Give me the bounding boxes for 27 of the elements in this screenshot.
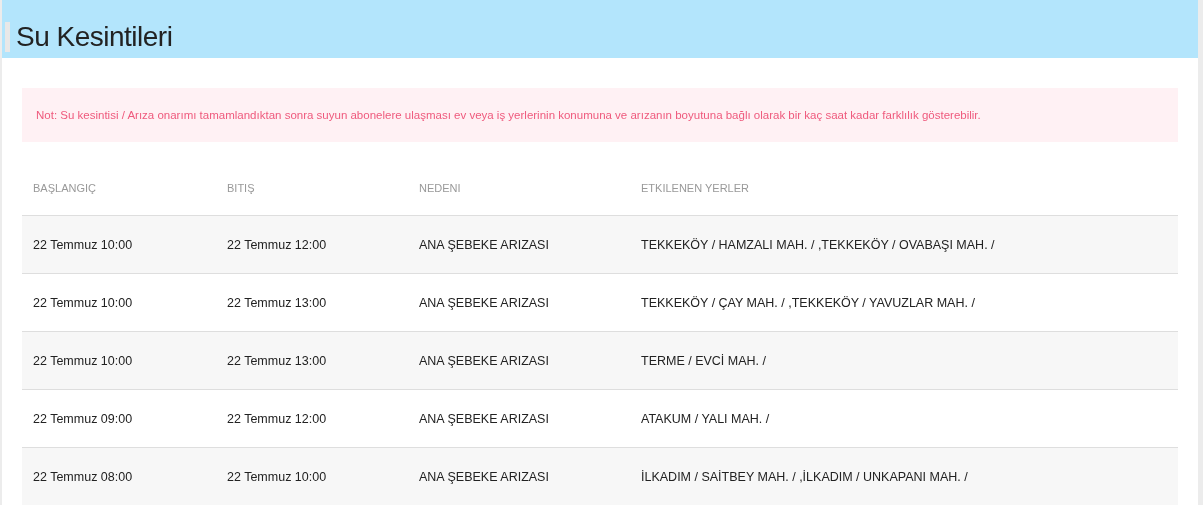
table-cell-text: 22 Temmuz 10:00 — [33, 237, 134, 252]
column-header: BITIŞ — [227, 181, 256, 194]
table-cell-text: ATAKUM / YALI MAH. / — [641, 411, 771, 426]
title-accent-bar — [5, 22, 10, 52]
table-cell-text: 22 Temmuz 08:00 — [33, 469, 134, 484]
column-header: BAŞLANGIÇ — [33, 181, 97, 194]
table-cell-text: 22 Temmuz 12:00 — [227, 237, 328, 252]
table-cell-text: 22 Temmuz 09:00 — [33, 411, 134, 426]
table-cell-text: 22 Temmuz 10:00 — [33, 295, 134, 310]
page-title: Su Kesintileri — [16, 21, 173, 53]
table-cell-text: ANA ŞEBEKE ARIZASI — [419, 237, 550, 252]
table-cell-text: İLKADIM / SAİTBEY MAH. / ,İLKADIM / UNKAPANI MAH. / — [641, 469, 969, 484]
notice-message: Not: Su kesintisi / Arıza onarımı tamamlandıktan sonra suyun abonelere ulaşması ev veya iş yerlerinin konumuna ve arızanın boyutuna bağlı olarak bir kaç saat kadar farklılık gösterebilir. — [22, 88, 1178, 142]
table-cell-text: 22 Temmuz 12:00 — [227, 411, 328, 426]
table-cell-text: TEKKEKÖY / ÇAY MAH. / ,TEKKEKÖY / YAVUZLAR MAH. / — [641, 295, 976, 310]
column-header: NEDENI — [419, 181, 462, 194]
table-cell-text: ANA ŞEBEKE ARIZASI — [419, 411, 550, 426]
table-cell-text: 22 Temmuz 10:00 — [33, 353, 134, 368]
table-cell-text: TEKKEKÖY / HAMZALI MAH. / ,TEKKEKÖY / OVABAŞI MAH. / — [641, 237, 996, 252]
column-header: ETKILENEN YERLER — [641, 181, 750, 194]
table-cell-text: 22 Temmuz 13:00 — [227, 295, 328, 310]
table-cell-text: ANA ŞEBEKE ARIZASI — [419, 295, 550, 310]
table-cell-text: 22 Temmuz 13:00 — [227, 353, 328, 368]
table-cell-text: ANA ŞEBEKE ARIZASI — [419, 469, 550, 484]
table-cell-text: ANA ŞEBEKE ARIZASI — [419, 353, 550, 368]
table-cell-text: TERME / EVCİ MAH. / — [641, 353, 767, 368]
table-cell-text: 22 Temmuz 10:00 — [227, 469, 328, 484]
